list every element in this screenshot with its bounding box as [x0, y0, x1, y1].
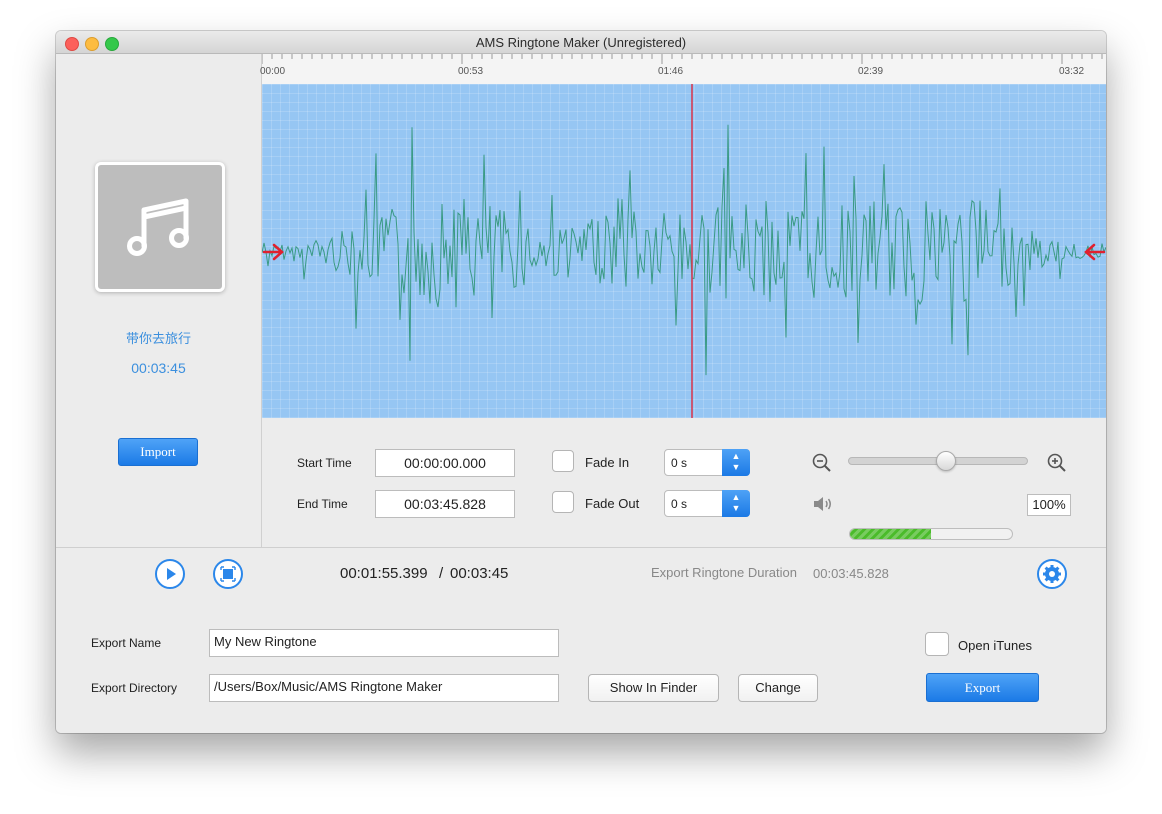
volume-percent-field[interactable]: 100%	[1027, 494, 1071, 516]
waveform	[262, 84, 1106, 418]
ruler-label: 00:00	[260, 66, 286, 77]
stop-button[interactable]	[213, 559, 243, 589]
ruler-label: 00:53	[458, 66, 484, 77]
gear-icon	[1043, 565, 1061, 583]
volume-fill	[850, 529, 931, 539]
stop-icon	[220, 566, 236, 582]
fade-out-checkbox[interactable]	[552, 491, 574, 513]
play-button[interactable]	[155, 559, 185, 589]
volume-slider[interactable]	[849, 528, 1013, 540]
export-button[interactable]: Export	[926, 673, 1039, 702]
stepper-arrows-icon: ▲ ▼	[722, 449, 750, 476]
song-info-pane: 带你去旅行 00:03:45 Import	[56, 54, 262, 547]
export-directory-input[interactable]: /Users/Box/Music/AMS Ringtone Maker	[209, 674, 559, 702]
ruler-label: 01:46	[658, 66, 684, 77]
song-title: 带你去旅行	[125, 331, 191, 346]
title-bar: AMS Ringtone Maker (Unregistered)	[56, 31, 1106, 54]
export-duration-label: Export Ringtone Duration	[651, 565, 797, 580]
current-time: 00:01:55.399	[340, 565, 428, 582]
time-separator: /	[439, 565, 444, 582]
stepper-arrows-icon: ▲ ▼	[722, 490, 750, 517]
music-note-icon	[127, 198, 189, 256]
play-icon	[167, 568, 176, 580]
zoom-slider-thumb[interactable]	[936, 451, 956, 471]
open-itunes-checkbox[interactable]	[925, 632, 949, 656]
fade-out-label: Fade Out	[585, 496, 640, 511]
export-duration-value: 00:03:45.828	[813, 566, 889, 581]
timeline-ruler[interactable]: 00:00 00:53 01:46 02:39 03:32	[260, 54, 1106, 85]
ruler-label: 03:32	[1059, 66, 1085, 77]
song-duration: 00:03:45	[131, 360, 186, 376]
fade-in-value: 0 s	[671, 456, 688, 470]
total-time: 00:03:45	[450, 565, 509, 582]
start-time-field[interactable]: 00:00:00.000	[375, 449, 515, 477]
waveform-line	[262, 124, 1106, 376]
window-title: AMS Ringtone Maker (Unregistered)	[475, 35, 687, 50]
end-time-field[interactable]: 00:03:45.828	[375, 490, 515, 518]
start-marker-icon[interactable]	[262, 242, 286, 262]
settings-button[interactable]	[1037, 559, 1067, 589]
end-time-label: End Time	[297, 497, 348, 511]
export-directory-label: Export Directory	[91, 681, 178, 695]
show-in-finder-button[interactable]: Show In Finder	[588, 674, 719, 702]
fade-out-value: 0 s	[671, 497, 688, 511]
fade-in-select[interactable]: 0 s ▲ ▼	[664, 449, 750, 476]
album-art	[95, 162, 225, 292]
speaker-icon[interactable]	[812, 494, 834, 514]
waveform-view[interactable]	[262, 84, 1106, 418]
transport-bar: 00:01:55.399 / 00:03:45 Export Ringtone …	[56, 547, 1106, 599]
open-itunes-label: Open iTunes	[958, 638, 1032, 653]
start-time-label: Start Time	[297, 456, 352, 470]
export-panel: Export Name My New Ringtone Export Direc…	[56, 598, 1106, 733]
fade-in-checkbox[interactable]	[552, 450, 574, 472]
end-marker-icon[interactable]	[1082, 242, 1106, 262]
app-window: AMS Ringtone Maker (Unregistered) 带你去旅行 …	[56, 31, 1106, 733]
zoom-slider[interactable]	[848, 451, 1028, 471]
fade-out-select[interactable]: 0 s ▲ ▼	[664, 490, 750, 517]
import-button[interactable]: Import	[118, 438, 198, 466]
fade-in-label: Fade In	[585, 455, 630, 470]
zoom-in-icon[interactable]	[1047, 453, 1067, 473]
zoom-out-icon[interactable]	[812, 453, 832, 473]
change-directory-button[interactable]: Change	[738, 674, 818, 702]
export-name-input[interactable]: My New Ringtone	[209, 629, 559, 657]
edit-controls: Start Time 00:00:00.000 End Time 00:03:4…	[262, 419, 1106, 547]
export-name-label: Export Name	[91, 636, 162, 650]
ruler-label: 02:39	[858, 66, 884, 77]
ruler-ticks	[262, 54, 1103, 64]
